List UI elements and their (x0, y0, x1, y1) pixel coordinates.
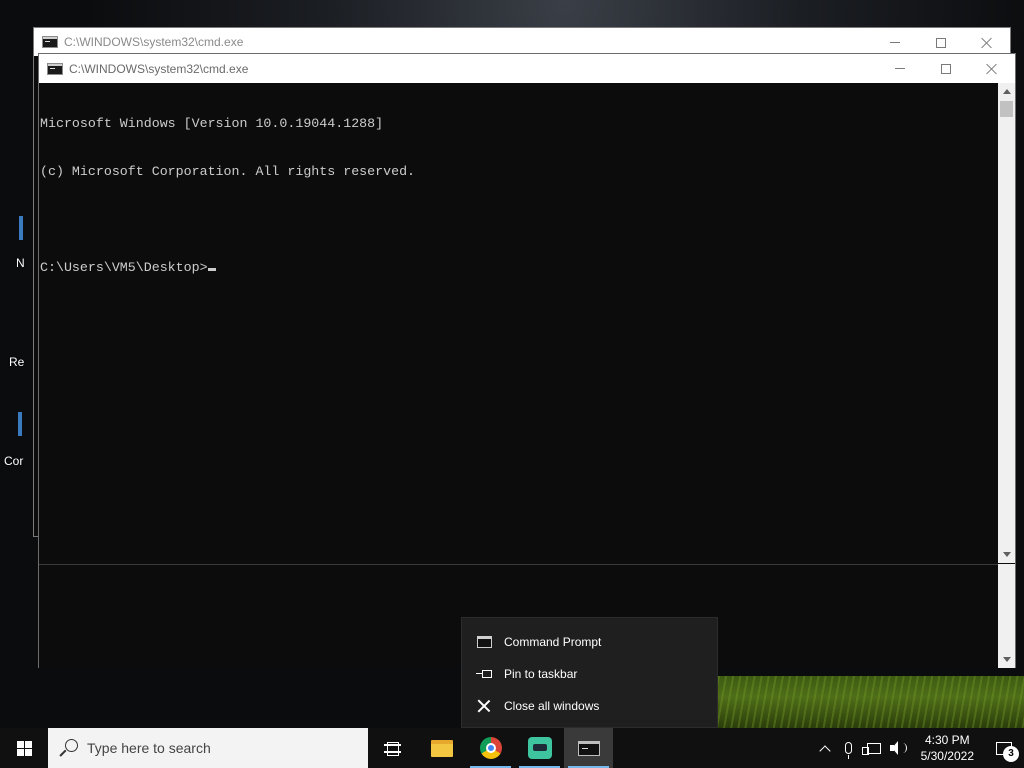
desktop-icon-3[interactable] (18, 412, 22, 436)
pin-icon (476, 666, 492, 682)
network-icon (861, 742, 881, 755)
volume-button[interactable] (887, 728, 911, 768)
minimize-icon (895, 68, 905, 69)
scroll-down-button[interactable] (998, 546, 1015, 563)
wallpaper-grass (718, 676, 1024, 728)
maximize-icon (941, 63, 951, 74)
notification-icon: 3 (996, 741, 1019, 762)
chrome-button[interactable] (466, 728, 515, 768)
app-icon (527, 737, 552, 759)
back-window-title: C:\WINDOWS\system32\cmd.exe (64, 35, 244, 49)
minimize-icon (890, 42, 900, 43)
jump-list-pin-to-taskbar[interactable]: Pin to taskbar (462, 658, 717, 690)
text-cursor (207, 268, 216, 271)
taskbar-jump-list: Command Prompt Pin to taskbar Close all … (461, 617, 718, 728)
front-window-title: C:\WINDOWS\system32\cmd.exe (69, 61, 249, 76)
task-view-icon (383, 740, 402, 756)
lower-scrollbar[interactable] (998, 564, 1015, 668)
search-placeholder: Type here to search (87, 740, 211, 756)
console-line: Microsoft Windows [Version 10.0.19044.12… (40, 116, 384, 131)
front-window-controls (877, 54, 1015, 83)
microphone-button[interactable] (837, 728, 861, 768)
maximize-button[interactable] (923, 54, 969, 83)
search-icon (60, 739, 78, 757)
scroll-thumb[interactable] (1000, 101, 1013, 117)
scroll-up-button[interactable] (998, 83, 1015, 100)
jump-list-item-label: Close all windows (504, 699, 600, 713)
vertical-scrollbar[interactable] (998, 83, 1015, 563)
taskbar: Type here to search 4:30 PM 5/30/2022 3 (0, 728, 1024, 768)
windows-logo-icon (16, 740, 32, 756)
chevron-up-icon (818, 744, 831, 757)
arrow-down-icon (1002, 657, 1011, 662)
show-hidden-icons-button[interactable] (813, 728, 837, 768)
back-window-titlebar[interactable]: C:\WINDOWS\system32\cmd.exe (34, 28, 1010, 56)
desktop-icon-1[interactable] (19, 216, 23, 240)
clock-time: 4:30 PM (924, 733, 970, 747)
microphone-icon (845, 742, 853, 759)
start-button[interactable] (0, 728, 48, 768)
close-icon (476, 698, 492, 714)
desktop-icon-label-1[interactable]: N (16, 256, 25, 270)
jump-list-item-label: Command Prompt (504, 635, 602, 649)
console-prompt: C:\Users\VM5\Desktop> (40, 260, 208, 275)
close-icon (981, 37, 993, 49)
console-prompt-line[interactable]: C:\Users\VM5\Desktop> (40, 260, 999, 276)
volume-icon (889, 741, 908, 755)
minimize-button[interactable] (877, 54, 923, 83)
system-tray: 4:30 PM 5/30/2022 3 (813, 728, 1024, 768)
app-button[interactable] (515, 728, 564, 768)
desktop-icon-label-2[interactable]: Re (9, 355, 24, 369)
close-icon (986, 63, 998, 75)
jump-list-command-prompt[interactable]: Command Prompt (462, 626, 717, 658)
jump-list-close-all-windows[interactable]: Close all windows (462, 690, 717, 722)
notification-count-badge: 3 (1003, 745, 1019, 762)
scroll-down-button[interactable] (998, 651, 1015, 668)
notification-center-button[interactable]: 3 (984, 728, 1024, 768)
chrome-icon (479, 737, 502, 759)
arrow-down-icon (1002, 552, 1011, 557)
network-button[interactable] (861, 728, 887, 768)
cmd-icon (42, 36, 58, 48)
desktop-icon-label-3[interactable]: Cor (4, 454, 23, 468)
cmd-icon (476, 634, 492, 650)
console-output[interactable]: Microsoft Windows [Version 10.0.19044.12… (39, 83, 999, 563)
arrow-up-icon (1002, 89, 1011, 94)
file-explorer-icon (430, 739, 453, 757)
close-button[interactable] (969, 54, 1015, 83)
task-view-button[interactable] (368, 728, 417, 768)
jump-list-item-label: Pin to taskbar (504, 667, 578, 681)
cmd-icon (47, 62, 63, 75)
cmd-window-foreground[interactable]: C:\WINDOWS\system32\cmd.exe Microsoft Wi… (38, 53, 1016, 668)
file-explorer-button[interactable] (417, 728, 466, 768)
command-prompt-taskbar-button[interactable] (564, 728, 613, 768)
front-window-titlebar[interactable]: C:\WINDOWS\system32\cmd.exe (39, 54, 1015, 83)
search-box[interactable]: Type here to search (48, 728, 368, 768)
clock[interactable]: 4:30 PM 5/30/2022 (911, 728, 984, 768)
maximize-icon (936, 37, 946, 48)
clock-date: 5/30/2022 (920, 749, 974, 763)
command-prompt-icon (577, 740, 600, 756)
console-line: (c) Microsoft Corporation. All rights re… (40, 164, 416, 179)
